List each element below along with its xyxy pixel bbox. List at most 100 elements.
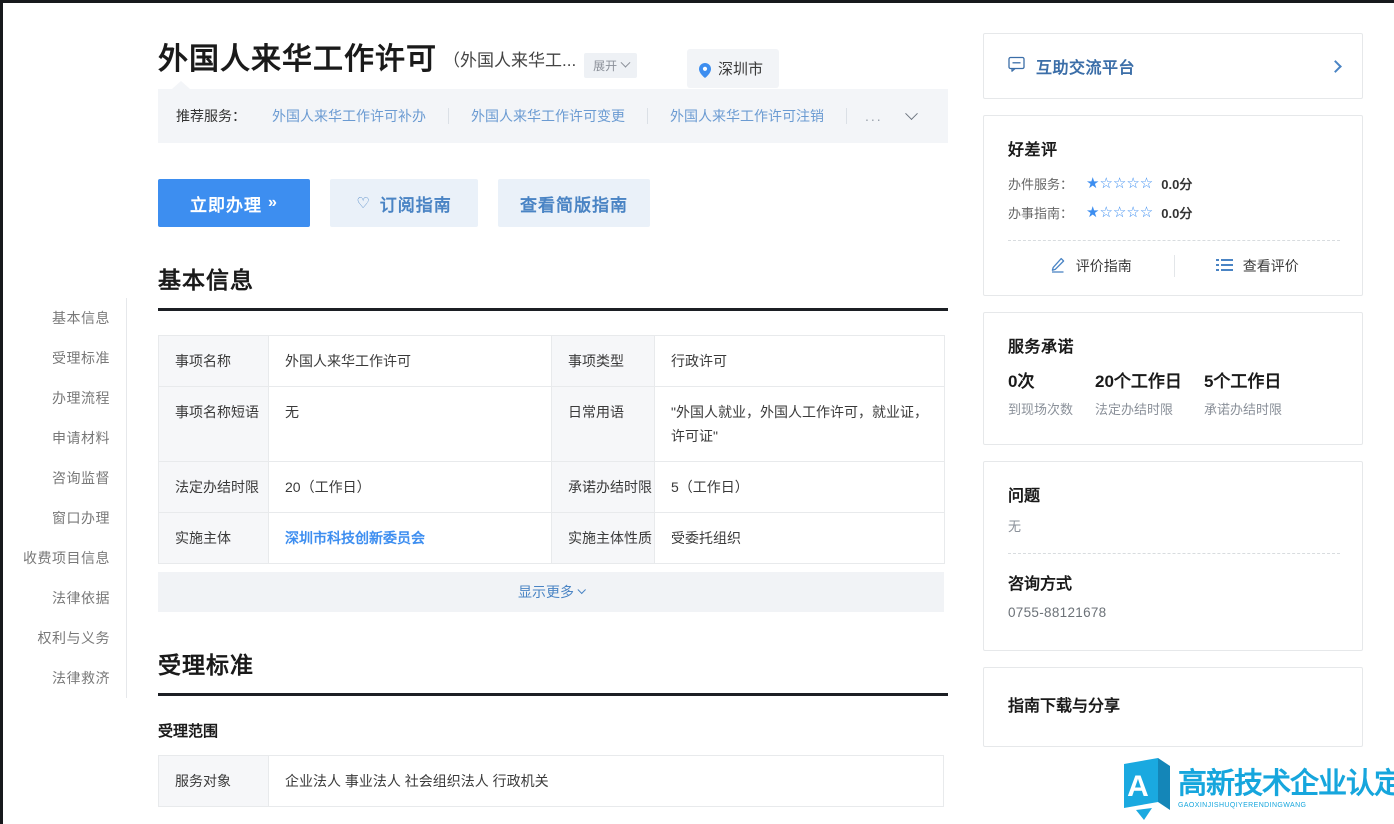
table-cell-value: 5（工作日） xyxy=(654,461,945,513)
recommended-service-link[interactable]: 外国人来华工作许可补办 xyxy=(250,108,449,124)
question-heading: 问题 xyxy=(1008,488,1041,505)
recommended-services-ellipsis[interactable]: ... xyxy=(847,108,893,124)
page-title-alias: （外国人来华工... xyxy=(443,51,577,70)
forum-platform-card[interactable]: 互助交流平台 xyxy=(983,33,1363,99)
sidebar-item-process[interactable]: 办理流程 xyxy=(3,378,110,418)
section-heading-accept-standard: 受理标准 xyxy=(158,652,254,678)
rating-card: 好差评 办件服务： ★☆☆☆☆ 0.0分 办事指南： ★☆☆☆☆ 0.0分 评价… xyxy=(983,115,1363,296)
sidebar-item-window-service[interactable]: 窗口办理 xyxy=(3,498,110,538)
anchor-nav: 基本信息 受理标准 办理流程 申请材料 咨询监督 窗口办理 收费项目信息 法律依… xyxy=(3,298,127,698)
subscribe-guide-button[interactable]: ♡ 订阅指南 xyxy=(330,179,478,227)
star-rating: ★☆☆☆☆ xyxy=(1086,204,1154,221)
section-heading-basic-info: 基本信息 xyxy=(158,267,254,293)
sidebar-item-accept-standard[interactable]: 受理标准 xyxy=(3,338,110,378)
site-watermark: A 高新技术企业认定网 GAOXINJISHUQIYERENDINGWANG xyxy=(1118,758,1394,820)
table-cell-key: 实施主体性质 xyxy=(551,512,655,564)
sidebar-item-label: 法律依据 xyxy=(52,590,110,606)
promise-value: 5个工作日 xyxy=(1203,372,1282,391)
main-column: 外国人来华工作许可 （外国人来华工... 展开 推荐服务： 外国人来华工作许可补… xyxy=(158,3,948,807)
rating-row-service: 办件服务： ★☆☆☆☆ 0.0分 xyxy=(1008,174,1340,193)
recommended-service-link[interactable]: 外国人来华工作许可变更 xyxy=(449,108,648,124)
watermark-cn: 高新技术企业认定网 xyxy=(1178,768,1394,800)
right-rail: 互助交流平台 好差评 办件服务： ★☆☆☆☆ 0.0分 办事指南： ★☆☆☆☆ … xyxy=(983,33,1363,763)
question-card: 问题 无 咨询方式 0755-88121678 xyxy=(983,461,1363,651)
chevron-down-icon xyxy=(620,57,631,68)
table-row: 事项名称 外国人来华工作许可 事项类型 行政许可 xyxy=(158,335,945,387)
list-icon xyxy=(1215,258,1233,275)
watermark-text: 高新技术企业认定网 GAOXINJISHUQIYERENDINGWANG xyxy=(1178,769,1394,809)
sidebar-item-materials[interactable]: 申请材料 xyxy=(3,418,110,458)
message-square-icon xyxy=(1008,56,1025,77)
table-cell-value: "外国人就业，外国人工作许可，就业证，许可证" xyxy=(654,386,945,462)
implementing-agency-link[interactable]: 深圳市科技创新委员会 xyxy=(285,530,425,546)
table-row: 服务对象 企业法人 事业法人 社会组织法人 行政机关 xyxy=(158,755,944,807)
page-title: 外国人来华工作许可 xyxy=(158,43,437,76)
expand-title-button[interactable]: 展开 xyxy=(584,53,638,78)
forum-card-left: 互助交流平台 xyxy=(1008,54,1135,78)
sidebar-item-label: 窗口办理 xyxy=(52,510,110,526)
promise-value: 0次 xyxy=(1008,372,1035,391)
table-cell-key: 实施主体 xyxy=(158,512,269,564)
consult-phone: 0755-88121678 xyxy=(1008,605,1107,620)
download-share-card: 指南下载与分享 xyxy=(983,667,1363,747)
rating-score: 0.0分 xyxy=(1161,177,1193,192)
service-promise-grid: 0次 到现场次数 20个工作日 法定办结时限 5个工作日 承诺办结时限 xyxy=(1008,371,1340,418)
promise-item-committed: 5个工作日 承诺办结时限 xyxy=(1204,371,1282,418)
sidebar-item-label: 办理流程 xyxy=(52,390,110,406)
sidebar-item-legal-basis[interactable]: 法律依据 xyxy=(3,578,110,618)
star-rating: ★☆☆☆☆ xyxy=(1086,175,1154,192)
promise-value: 20个工作日 xyxy=(1095,372,1182,391)
rating-card-heading: 好差评 xyxy=(1008,142,1058,159)
action-buttons: 立即办理 » ♡ 订阅指南 查看简版指南 xyxy=(158,179,948,227)
table-cell-value: 外国人来华工作许可 xyxy=(268,335,552,387)
sidebar-item-legal-relief[interactable]: 法律救济 xyxy=(3,658,110,698)
table-cell-key: 事项名称短语 xyxy=(158,386,269,462)
table-cell-key: 法定办结时限 xyxy=(158,461,269,513)
apply-now-button[interactable]: 立即办理 » xyxy=(158,179,310,227)
heart-icon: ♡ xyxy=(356,195,371,212)
table-cell-value: 受委托组织 xyxy=(654,512,945,564)
title-row: 外国人来华工作许可 （外国人来华工... 展开 xyxy=(158,3,948,81)
view-reviews-button[interactable]: 查看评价 xyxy=(1175,256,1341,276)
promise-caption: 到现场次数 xyxy=(1008,402,1074,417)
table-cell-value: 企业法人 事业法人 社会组织法人 行政机关 xyxy=(268,755,944,807)
download-share-heading: 指南下载与分享 xyxy=(1008,698,1121,715)
rating-row-guide: 办事指南： ★☆☆☆☆ 0.0分 xyxy=(1008,203,1340,222)
rating-row-label: 办事指南： xyxy=(1008,206,1074,221)
table-cell-value-link[interactable]: 深圳市科技创新委员会 xyxy=(268,512,552,564)
apply-now-label: 立即办理 xyxy=(190,195,263,215)
sidebar-item-rights-duties[interactable]: 权利与义务 xyxy=(3,618,110,658)
sidebar-item-consult-supervise[interactable]: 咨询监督 xyxy=(3,458,110,498)
table-cell-key: 事项名称 xyxy=(158,335,269,387)
table-cell-value: 行政许可 xyxy=(654,335,945,387)
sidebar-item-label: 收费项目信息 xyxy=(23,550,110,566)
show-more-button[interactable]: 显示更多 xyxy=(158,572,944,612)
sidebar-item-fee-info[interactable]: 收费项目信息 xyxy=(3,538,110,578)
chevron-down-icon[interactable] xyxy=(904,106,918,120)
pencil-icon xyxy=(1050,257,1066,276)
rating-score: 0.0分 xyxy=(1161,206,1193,221)
recommended-service-link[interactable]: 外国人来华工作许可注销 xyxy=(648,108,847,124)
service-promise-heading: 服务承诺 xyxy=(1008,339,1075,356)
double-chevron-right-icon: » xyxy=(268,194,278,211)
evaluate-guide-button[interactable]: 评价指南 xyxy=(1008,256,1174,276)
question-body: 无 xyxy=(1008,519,1022,534)
view-simple-guide-button[interactable]: 查看简版指南 xyxy=(498,179,650,227)
table-cell-key: 事项类型 xyxy=(551,335,655,387)
recommended-services-bar: 推荐服务： 外国人来华工作许可补办 外国人来华工作许可变更 外国人来华工作许可注… xyxy=(158,81,948,143)
chevron-down-icon xyxy=(577,585,586,595)
recommended-services-label: 推荐服务： xyxy=(176,108,246,124)
sidebar-item-label: 咨询监督 xyxy=(52,470,110,486)
chevron-right-icon xyxy=(1329,59,1342,73)
section-rule xyxy=(158,693,948,696)
expand-title-label: 展开 xyxy=(593,59,618,73)
section-rule xyxy=(158,308,948,311)
sidebar-item-basic-info[interactable]: 基本信息 xyxy=(3,298,110,338)
view-reviews-label: 查看评价 xyxy=(1242,258,1299,274)
promise-item-statutory: 20个工作日 法定办结时限 xyxy=(1095,371,1182,418)
show-more-label: 显示更多 xyxy=(518,584,574,600)
basic-info-table: 事项名称 外国人来华工作许可 事项类型 行政许可 事项名称短语 无 日常用语 "… xyxy=(158,335,945,564)
consult-heading: 咨询方式 xyxy=(1008,576,1073,593)
rating-actions: 评价指南 查看评价 xyxy=(1008,255,1340,277)
view-simple-guide-label: 查看简版指南 xyxy=(520,195,628,215)
